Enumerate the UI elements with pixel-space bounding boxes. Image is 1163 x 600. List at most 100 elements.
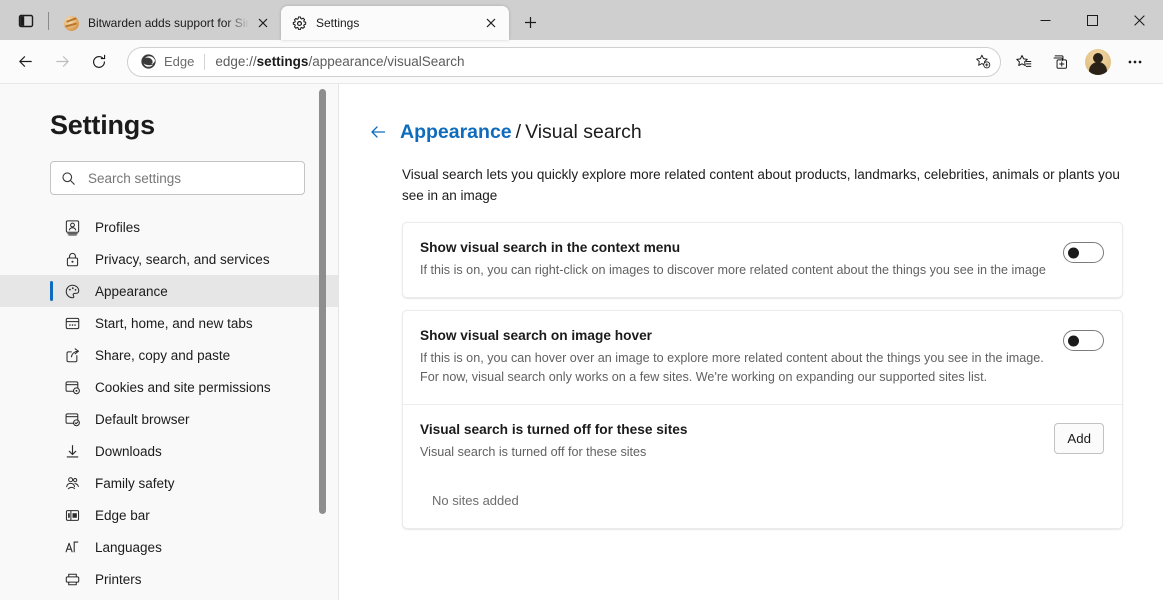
settings-sidebar: Settings Profi <box>0 84 339 600</box>
back-button[interactable] <box>364 118 392 146</box>
settings-content: Appearance / Visual search Visual search… <box>339 84 1163 600</box>
toggle-show-visual-search-context-menu[interactable] <box>1063 242 1104 263</box>
setting-text: Show visual search on image hover If thi… <box>420 328 1063 387</box>
setting-row-blocked-sites: Visual search is turned off for these si… <box>403 404 1122 479</box>
sidebar-item-label: Downloads <box>95 444 162 459</box>
settings-and-more-button[interactable] <box>1118 45 1152 79</box>
sidebar-item-edge-bar[interactable]: Edge bar <box>0 499 339 531</box>
refresh-icon <box>90 53 108 71</box>
breadcrumb-separator: / <box>516 121 521 144</box>
setting-title: Show visual search in the context menu <box>420 240 1047 255</box>
tabstrip-divider <box>48 12 49 30</box>
settings-page: Settings Profi <box>0 84 1163 600</box>
sidebar-item-label: Appearance <box>95 284 168 299</box>
page-title: Settings <box>50 110 339 141</box>
minimize-button[interactable] <box>1022 0 1069 40</box>
toggle-knob <box>1068 247 1079 258</box>
breadcrumb-parent-link[interactable]: Appearance <box>400 121 512 144</box>
gear-icon <box>291 15 307 31</box>
toggle-show-visual-search-image-hover[interactable] <box>1063 330 1104 351</box>
omnibox-divider <box>204 54 205 70</box>
setting-subtitle: If this is on, you can right-click on im… <box>420 261 1047 280</box>
add-site-button[interactable]: Add <box>1054 423 1104 454</box>
share-icon <box>62 345 82 365</box>
default-browser-icon <box>62 409 82 429</box>
browser-tab-settings[interactable]: Settings <box>281 6 509 40</box>
tab-title: Bitwarden adds support for Simp <box>88 16 249 30</box>
ellipsis-icon <box>1126 53 1144 71</box>
sidebar-item-profiles[interactable]: Profiles <box>0 211 339 243</box>
sidebar-item-system-performance[interactable]: System and performance <box>0 595 339 600</box>
family-icon <box>62 473 82 493</box>
sidebar-item-label: Printers <box>95 572 142 587</box>
sidebar-item-family-safety[interactable]: Family safety <box>0 467 339 499</box>
sidebar-item-share-copy-paste[interactable]: Share, copy and paste <box>0 339 339 371</box>
sidebar-item-label: Privacy, search, and services <box>95 252 270 267</box>
setting-row-image-hover: Show visual search on image hover If thi… <box>403 311 1122 404</box>
address-bar[interactable]: Edge edge://settings/appearance/visualSe… <box>127 47 1001 77</box>
refresh-button[interactable] <box>82 45 116 79</box>
back-arrow-icon <box>368 122 388 142</box>
sidebar-item-downloads[interactable]: Downloads <box>0 435 339 467</box>
setting-title: Show visual search on image hover <box>420 328 1047 343</box>
tab-actions-icon <box>18 13 34 29</box>
edge-bar-icon <box>62 505 82 525</box>
search-settings-box[interactable] <box>50 161 305 195</box>
profile-button[interactable] <box>1081 45 1115 79</box>
sidebar-item-privacy[interactable]: Privacy, search, and services <box>0 243 339 275</box>
forward-arrow-icon <box>53 52 72 71</box>
profiles-icon <box>62 217 82 237</box>
back-button[interactable] <box>8 45 42 79</box>
edge-label: Edge <box>164 54 194 69</box>
setting-row-context-menu: Show visual search in the context menu I… <box>403 223 1122 297</box>
setting-subtitle: Visual search is turned off for these si… <box>420 443 1038 462</box>
cookies-icon <box>62 377 82 397</box>
minimize-icon <box>1040 15 1051 26</box>
favorites-button[interactable] <box>1007 45 1041 79</box>
search-icon <box>61 171 76 186</box>
lock-icon <box>62 249 82 269</box>
sidebar-item-printers[interactable]: Printers <box>0 563 339 595</box>
maximize-button[interactable] <box>1069 0 1116 40</box>
sidebar-item-label: Languages <box>95 540 162 555</box>
sidebar-item-label: Default browser <box>95 412 190 427</box>
url-text: edge://settings/appearance/visualSearch <box>215 54 969 69</box>
window-tabs-icon <box>62 313 82 333</box>
sidebar-item-label: Profiles <box>95 220 140 235</box>
sidebar-item-start-home[interactable]: Start, home, and new tabs <box>0 307 339 339</box>
browser-toolbar: Edge edge://settings/appearance/visualSe… <box>0 40 1163 84</box>
setting-text: Show visual search in the context menu I… <box>420 240 1063 280</box>
search-input[interactable] <box>88 171 294 186</box>
close-icon[interactable] <box>481 13 501 33</box>
close-button[interactable] <box>1116 0 1163 40</box>
breadcrumb: Appearance / Visual search <box>364 118 1123 146</box>
collections-button[interactable] <box>1044 45 1078 79</box>
add-favorite-button[interactable] <box>969 49 995 75</box>
bitwarden-favicon <box>63 15 79 31</box>
blocked-sites-empty-state: No sites added <box>403 479 1122 528</box>
sidebar-scrollbar-thumb[interactable] <box>319 89 326 514</box>
toggle-knob <box>1068 335 1079 346</box>
sidebar-item-label: Share, copy and paste <box>95 348 230 363</box>
maximize-icon <box>1087 15 1098 26</box>
sidebar-item-default-browser[interactable]: Default browser <box>0 403 339 435</box>
tab-bar: Bitwarden adds support for Simp Settings <box>0 0 1163 40</box>
sidebar-item-label: Cookies and site permissions <box>95 380 271 395</box>
download-icon <box>62 441 82 461</box>
forward-button[interactable] <box>45 45 79 79</box>
new-tab-button[interactable] <box>515 8 545 36</box>
breadcrumb-current: Visual search <box>525 121 642 144</box>
close-icon <box>1134 15 1145 26</box>
languages-icon <box>62 537 82 557</box>
tab-actions-button[interactable] <box>8 6 44 36</box>
browser-tab-bitwarden[interactable]: Bitwarden adds support for Simp <box>53 6 281 40</box>
sidebar-item-languages[interactable]: Languages <box>0 531 339 563</box>
close-icon[interactable] <box>253 13 273 33</box>
setting-title: Visual search is turned off for these si… <box>420 422 1038 437</box>
sidebar-item-label: Edge bar <box>95 508 150 523</box>
sidebar-item-cookies[interactable]: Cookies and site permissions <box>0 371 339 403</box>
settings-nav-list: Profiles Privacy, search, and services <box>0 209 339 600</box>
visual-search-context-menu-card: Show visual search in the context menu I… <box>402 222 1123 298</box>
sidebar-item-appearance[interactable]: Appearance <box>0 275 339 307</box>
edge-logo-icon <box>140 53 157 70</box>
